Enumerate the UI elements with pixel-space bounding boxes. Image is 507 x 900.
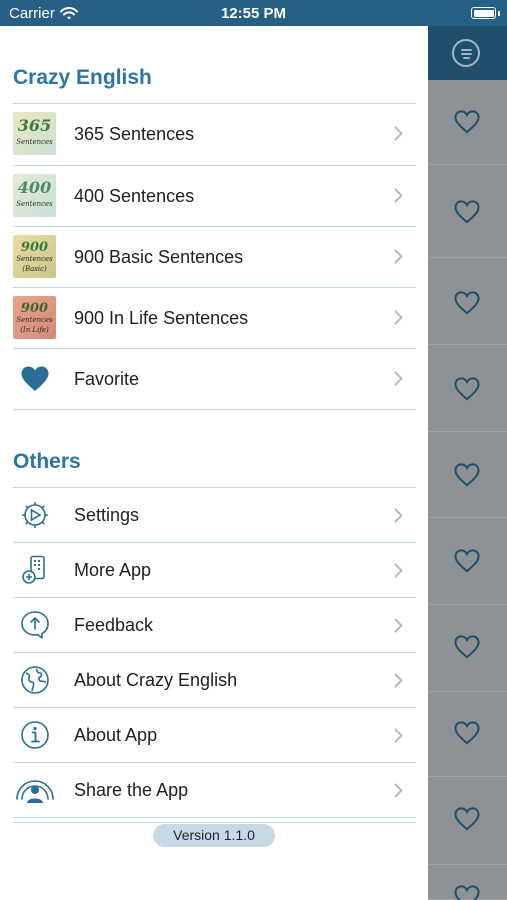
heart-outline-icon[interactable] — [454, 635, 480, 659]
svg-text:(Basic): (Basic) — [22, 265, 47, 273]
heart-outline-icon[interactable] — [454, 721, 480, 745]
favorite-row[interactable] — [428, 80, 507, 165]
menu-item-settings[interactable]: Settings — [13, 488, 416, 543]
favorite-row[interactable] — [428, 692, 507, 777]
divider — [13, 822, 416, 823]
favorite-row[interactable] — [428, 605, 507, 692]
menu-item-label: Feedback — [74, 615, 154, 635]
menu-item-favorite[interactable]: Favorite — [13, 349, 416, 409]
menu-item-label: 365 Sentences — [74, 124, 195, 144]
favorite-row[interactable] — [428, 777, 507, 865]
heart-outline-icon[interactable] — [454, 807, 480, 831]
share-person-icon — [13, 773, 57, 807]
chevron-right-icon — [394, 188, 403, 203]
svg-text:(In Life): (In Life) — [20, 326, 49, 334]
thumbnail-365: 365 Sentences — [13, 112, 56, 155]
favorite-row[interactable] — [428, 432, 507, 518]
chevron-right-icon — [394, 310, 403, 325]
menu-item-label: 400 Sentences — [74, 186, 195, 206]
menu-item-feedback[interactable]: Feedback — [13, 598, 416, 653]
menu-item-label: 900 In Life Sentences — [74, 308, 249, 328]
favorite-row[interactable] — [428, 518, 507, 605]
more-app-icon — [18, 553, 52, 587]
section-title-others: Others — [13, 450, 81, 473]
menu-item-label: About Crazy English — [74, 670, 238, 690]
menu-item-label: Settings — [74, 505, 140, 525]
menu-item-365-sentences[interactable]: 365 Sentences 365 Sentences — [13, 104, 416, 165]
chevron-right-icon — [394, 249, 403, 264]
chevron-right-icon — [394, 673, 403, 688]
menu-item-label: Favorite — [74, 369, 140, 389]
feedback-icon — [18, 608, 52, 642]
menu-item-label: Share the App — [74, 780, 189, 800]
chevron-right-icon — [394, 563, 403, 578]
favorite-row[interactable] — [428, 865, 507, 900]
menu-item-900-basic-sentences[interactable]: 900 Sentences (Basic) 900 Basic Sentence… — [13, 227, 416, 288]
menu-item-900-in-life-sentences[interactable]: 900 Sentences (In Life) 900 In Life Sent… — [13, 288, 416, 349]
settings-gear-icon — [18, 498, 52, 532]
menu-item-more-app[interactable]: More App — [13, 543, 416, 598]
globe-icon — [18, 663, 52, 697]
heart-outline-icon[interactable] — [454, 200, 480, 224]
chevron-right-icon — [394, 618, 403, 633]
svg-text:365: 365 — [18, 116, 51, 135]
menu-icon[interactable] — [452, 39, 480, 67]
menu-item-400-sentences[interactable]: 400 Sentences 400 Sentences — [13, 166, 416, 227]
side-drawer: Crazy English 365 Sentences 365 Sentence… — [0, 26, 428, 900]
svg-text:Sentences: Sentences — [16, 138, 53, 146]
divider — [13, 817, 416, 818]
divider — [13, 409, 416, 410]
thumbnail-900-basic: 900 Sentences (Basic) — [13, 235, 56, 278]
clock: 12:55 PM — [220, 5, 287, 22]
heart-icon — [18, 362, 52, 396]
svg-text:Sentences: Sentences — [16, 316, 53, 324]
chevron-right-icon — [394, 783, 403, 798]
menu-item-label: About App — [74, 725, 158, 745]
chevron-right-icon — [394, 126, 403, 141]
favorite-row[interactable] — [428, 258, 507, 345]
svg-text:Sentences: Sentences — [16, 200, 53, 208]
chevron-right-icon — [394, 371, 403, 386]
main-screen-overlay[interactable] — [428, 0, 507, 900]
svg-text:900: 900 — [21, 301, 48, 316]
info-icon — [18, 718, 52, 752]
heart-outline-icon[interactable] — [454, 549, 480, 573]
svg-text:Sentences: Sentences — [16, 255, 53, 263]
heart-outline-icon[interactable] — [454, 463, 480, 487]
menu-item-about-app[interactable]: About App — [13, 708, 416, 763]
heart-outline-icon[interactable] — [454, 377, 480, 401]
thumbnail-400: 400 Sentences — [13, 174, 56, 217]
heart-outline-icon[interactable] — [454, 110, 480, 134]
svg-text:900: 900 — [21, 240, 48, 255]
favorite-row[interactable] — [428, 345, 507, 432]
status-bar: Carrier 12:55 PM — [0, 0, 507, 26]
menu-item-about-crazy-english[interactable]: About Crazy English — [13, 653, 416, 708]
chevron-right-icon — [394, 728, 403, 743]
battery-cap — [498, 11, 500, 16]
main-nav-bar — [428, 26, 507, 80]
heart-outline-icon[interactable] — [454, 291, 480, 315]
section-title-crazy-english: Crazy English — [13, 66, 152, 89]
menu-item-label: More App — [74, 560, 152, 580]
menu-item-label: 900 Basic Sentences — [74, 247, 244, 267]
favorite-row[interactable] — [428, 165, 507, 258]
version-badge: Version 1.1.0 — [153, 824, 275, 847]
svg-text:400: 400 — [18, 178, 51, 197]
battery-icon — [471, 7, 496, 19]
chevron-right-icon — [394, 508, 403, 523]
heart-outline-icon[interactable] — [454, 885, 480, 900]
thumbnail-900-in-life: 900 Sentences (In Life) — [13, 296, 56, 339]
menu-item-share-the-app[interactable]: Share the App — [13, 763, 416, 818]
